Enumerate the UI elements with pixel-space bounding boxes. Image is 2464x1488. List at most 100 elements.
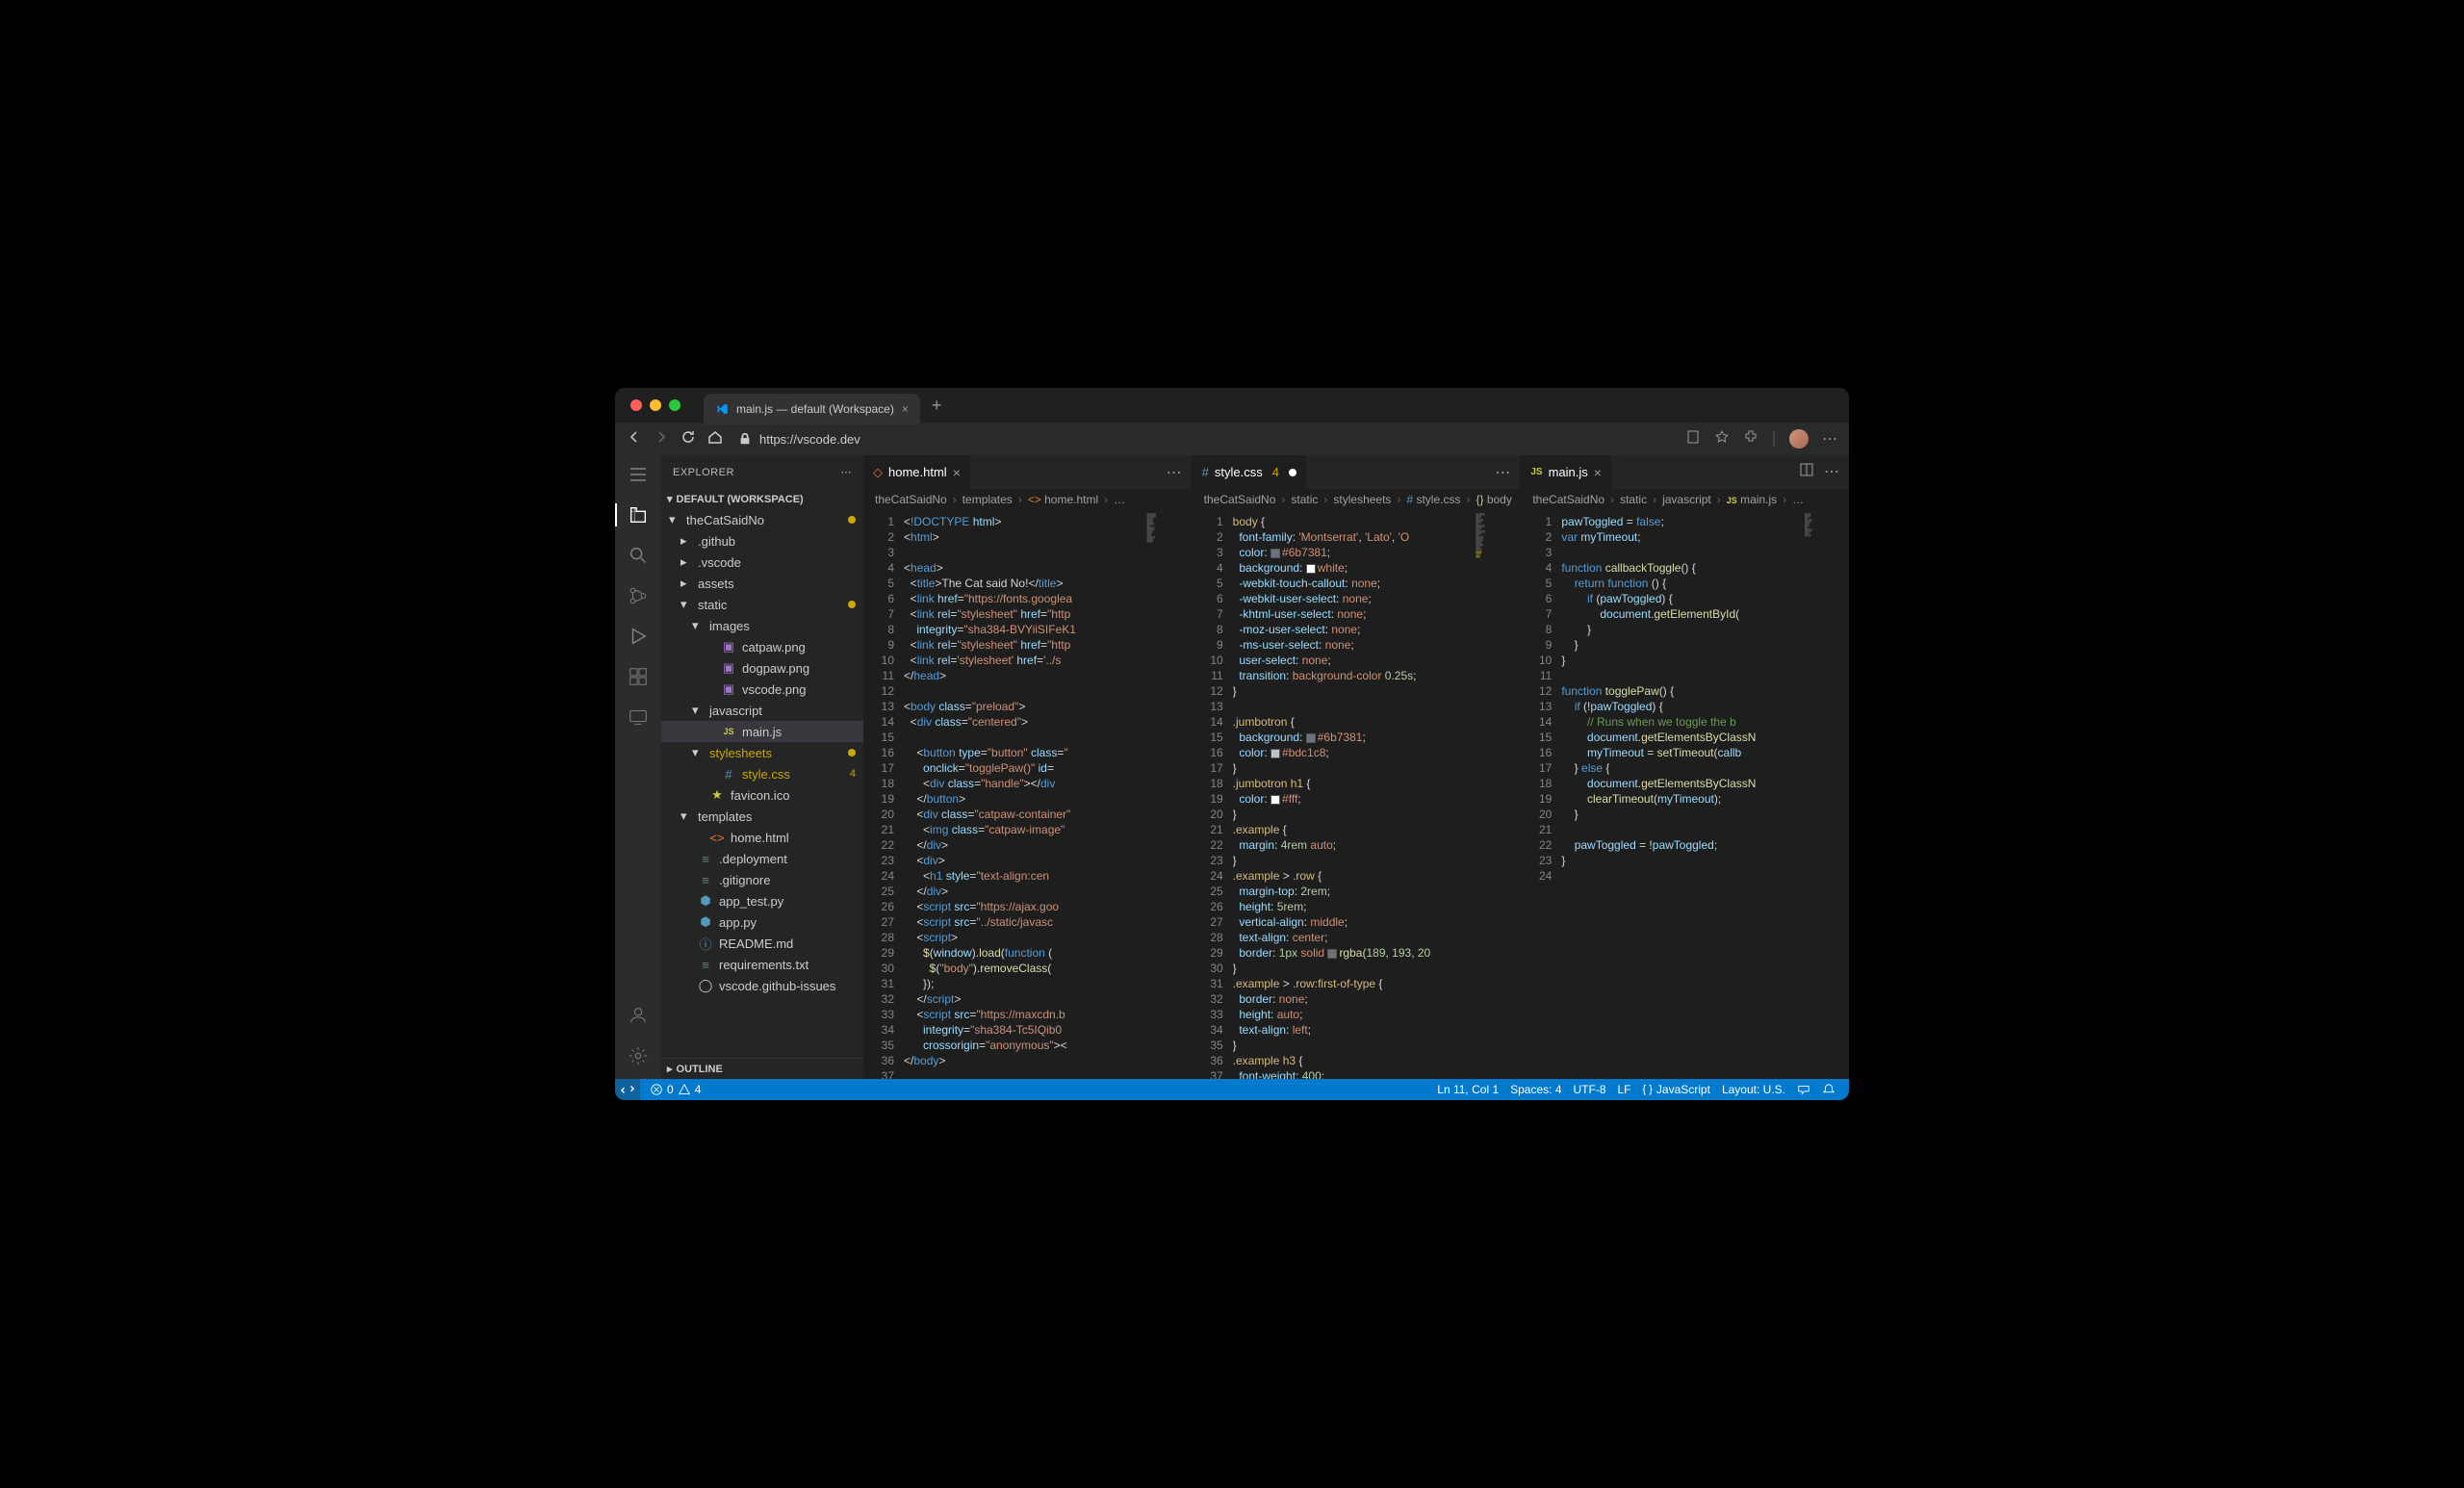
indentation[interactable]: Spaces: 4 (1504, 1083, 1567, 1096)
explorer-sidebar: EXPLORER ⋯ ▾ DEFAULT (WORKSPACE) ▾theCat… (661, 455, 863, 1079)
editor-tabs: JS main.js × ⋯ (1521, 455, 1849, 489)
settings-icon[interactable] (627, 1044, 650, 1067)
encoding[interactable]: UTF-8 (1568, 1083, 1612, 1096)
extensions-icon[interactable] (1743, 429, 1758, 449)
explorer-icon[interactable] (627, 503, 650, 526)
explorer-more-icon[interactable]: ⋯ (841, 466, 853, 478)
dirty-indicator-icon (1289, 469, 1296, 476)
editor-tabs: ◇ home.html × ⋯ (863, 455, 1192, 489)
status-bar: 0 4 Ln 11, Col 1 Spaces: 4 UTF-8 LF { }J… (615, 1079, 1849, 1100)
folder-item[interactable]: ▸assets (661, 573, 863, 594)
run-debug-icon[interactable] (627, 625, 650, 648)
main-area: EXPLORER ⋯ ▾ DEFAULT (WORKSPACE) ▾theCat… (615, 455, 1849, 1079)
close-window-button[interactable] (630, 399, 642, 411)
line-gutter: 1234567891011121314151617181920212223242… (1193, 510, 1233, 1079)
extensions-panel-icon[interactable] (627, 665, 650, 688)
code-content[interactable]: pawToggled = false;var myTimeout; functi… (1561, 510, 1801, 1079)
problems-button[interactable]: 0 4 (644, 1083, 706, 1096)
editor-tabs: # style.css 4 ⋯ (1193, 455, 1521, 489)
file-item[interactable]: ▣catpaw.png (661, 636, 863, 657)
error-icon (650, 1083, 663, 1096)
minimap[interactable]: ████ ████ █████ ██ ███████ █████████████… (1143, 510, 1192, 1079)
folder-item[interactable]: ▾static (661, 594, 863, 615)
minimap[interactable]: ██ ███████████ ████████ ██████████ ███ █… (1801, 510, 1849, 1079)
code-content[interactable]: body { font-family: 'Montserrat', 'Lato'… (1233, 510, 1473, 1079)
folder-item[interactable]: ▾javascript (661, 700, 863, 721)
notifications-icon[interactable] (1816, 1083, 1841, 1096)
search-icon[interactable] (627, 544, 650, 567)
tab-actions-icon[interactable]: ⋯ (1167, 463, 1182, 482)
home-button[interactable] (707, 429, 723, 449)
remote-indicator[interactable] (615, 1079, 640, 1100)
file-item[interactable]: ⬢app.py (661, 911, 863, 933)
file-item[interactable]: ▣vscode.png (661, 679, 863, 700)
toolbar-actions: | ⋯ (1685, 429, 1837, 449)
explorer-title: EXPLORER (673, 467, 734, 478)
keyboard-layout[interactable]: Layout: U.S. (1716, 1083, 1791, 1096)
editor-pane-style: # style.css 4 ⋯ theCatSaidNo › static › … (1193, 455, 1522, 1079)
file-item[interactable]: ⓘREADME.md (661, 933, 863, 954)
account-icon[interactable] (627, 1004, 650, 1027)
eol[interactable]: LF (1612, 1083, 1637, 1096)
editor-pane-home: ◇ home.html × ⋯ theCatSaidNo › templates… (863, 455, 1193, 1079)
file-item[interactable]: ⬢app_test.py (661, 890, 863, 911)
file-item[interactable]: JSmain.js (661, 721, 863, 742)
close-icon[interactable]: × (953, 465, 961, 480)
outline-header[interactable]: ▸ OUTLINE (661, 1058, 863, 1079)
folder-item[interactable]: ▾templates (661, 806, 863, 827)
file-item[interactable]: ★favicon.ico (661, 784, 863, 806)
tab-main-js[interactable]: JS main.js × (1521, 455, 1612, 489)
file-item[interactable]: #style.css4 (661, 763, 863, 784)
file-item[interactable]: ≡requirements.txt (661, 954, 863, 975)
favorite-icon[interactable] (1714, 429, 1730, 449)
warning-icon (678, 1083, 691, 1096)
url-text: https://vscode.dev (759, 432, 860, 447)
file-item[interactable]: ≡.deployment (661, 848, 863, 869)
folder-item[interactable]: ▸.github (661, 530, 863, 552)
lock-icon (738, 432, 752, 446)
folder-item[interactable]: ▾stylesheets (661, 742, 863, 763)
minimize-window-button[interactable] (650, 399, 661, 411)
breadcrumb[interactable]: theCatSaidNo › templates › <> home.html … (863, 489, 1192, 510)
more-icon[interactable]: ⋯ (1822, 429, 1837, 449)
breadcrumb[interactable]: theCatSaidNo › static › stylesheets › # … (1193, 489, 1521, 510)
back-button[interactable] (627, 429, 642, 449)
tab-actions-icon[interactable]: ⋯ (1824, 462, 1839, 482)
code-content[interactable]: <!DOCTYPE html><html> <head> <title>The … (904, 510, 1143, 1079)
remote-explorer-icon[interactable] (627, 706, 650, 729)
tab-home-html[interactable]: ◇ home.html × (863, 455, 971, 489)
close-icon[interactable]: × (1594, 465, 1602, 480)
cursor-position[interactable]: Ln 11, Col 1 (1431, 1083, 1504, 1096)
menu-icon[interactable] (627, 463, 650, 486)
activity-bar (615, 455, 661, 1079)
maximize-window-button[interactable] (669, 399, 680, 411)
folder-item[interactable]: ▾theCatSaidNo (661, 509, 863, 530)
editor-pane-main: JS main.js × ⋯ theCatSaidNo › static › j… (1521, 455, 1849, 1079)
browser-tab[interactable]: main.js — default (Workspace) × (704, 394, 920, 424)
title-bar: main.js — default (Workspace) × + (615, 388, 1849, 423)
file-item[interactable]: ≡.gitignore (661, 869, 863, 890)
profile-avatar[interactable] (1789, 429, 1809, 449)
close-tab-icon[interactable]: × (902, 402, 909, 416)
split-editor-icon[interactable] (1799, 462, 1814, 482)
folder-item[interactable]: ▾images (661, 615, 863, 636)
tab-actions-icon[interactable]: ⋯ (1495, 463, 1510, 482)
breadcrumb[interactable]: theCatSaidNo › static › javascript › JS … (1521, 489, 1849, 510)
tab-style-css[interactable]: # style.css 4 (1193, 455, 1307, 489)
file-item[interactable]: <>home.html (661, 827, 863, 848)
source-control-icon[interactable] (627, 584, 650, 607)
file-item[interactable]: ▣dogpaw.png (661, 657, 863, 679)
language-mode[interactable]: { }JavaScript (1637, 1083, 1716, 1096)
feedback-icon[interactable] (1791, 1083, 1816, 1096)
forward-button[interactable] (654, 429, 669, 449)
file-item[interactable]: ◯vscode.github-issues (661, 975, 863, 996)
browser-tab-title: main.js — default (Workspace) (736, 402, 894, 416)
minimap[interactable]: ██ ██████████ ████ ████████████ ████ ███… (1472, 510, 1520, 1079)
address-bar[interactable]: https://vscode.dev (738, 432, 1670, 447)
page-action-icon[interactable] (1685, 429, 1701, 449)
workspace-header[interactable]: ▾ DEFAULT (WORKSPACE) (661, 489, 863, 509)
folder-item[interactable]: ▸.vscode (661, 552, 863, 573)
workspace-name: DEFAULT (WORKSPACE) (677, 494, 804, 505)
new-tab-button[interactable]: + (932, 396, 942, 416)
reload-button[interactable] (680, 429, 696, 449)
